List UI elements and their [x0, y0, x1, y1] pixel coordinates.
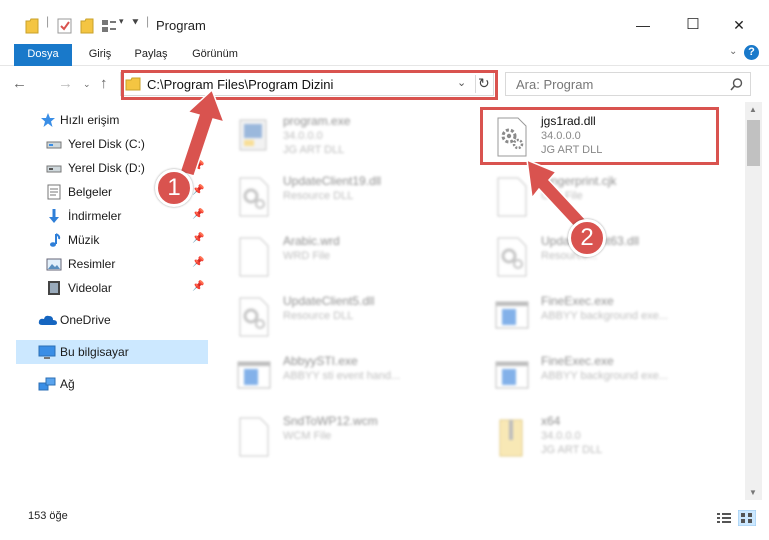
arrow-1-icon — [179, 88, 226, 177]
step-1-badge: 1 — [155, 169, 193, 207]
step-2-badge: 2 — [568, 219, 606, 257]
annotation-arrows — [179, 88, 590, 233]
